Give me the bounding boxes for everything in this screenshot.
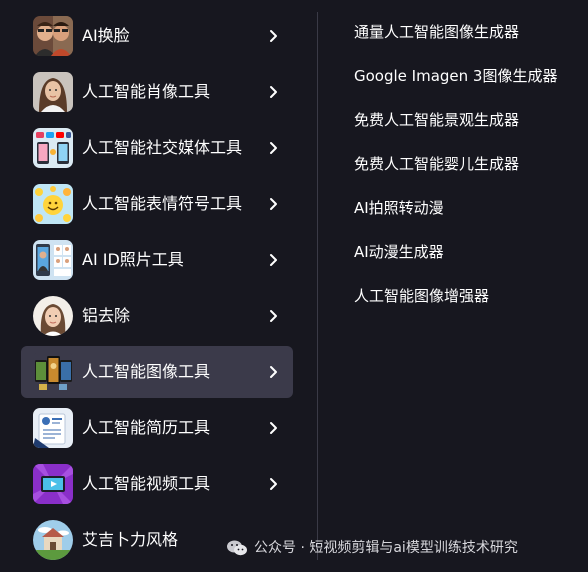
menu-divider bbox=[317, 12, 318, 560]
menu-item-label: AI ID照片工具 bbox=[82, 250, 184, 269]
menu-item-label: 铝去除 bbox=[82, 306, 131, 325]
portrait-thumb bbox=[33, 72, 73, 112]
menu-item-face-swap[interactable]: AI换脸 bbox=[21, 10, 293, 62]
chevron-right-icon bbox=[270, 86, 277, 98]
chevron-right-icon bbox=[270, 478, 277, 490]
menu-item-id-photo[interactable]: AI ID照片工具 bbox=[21, 234, 293, 286]
menu-item-social-media[interactable]: 人工智能社交媒体工具 bbox=[21, 122, 293, 174]
submenu-item[interactable]: 人工智能图像增强器 bbox=[354, 274, 586, 318]
menu-item-label: AI换脸 bbox=[82, 26, 130, 45]
chevron-right-icon bbox=[270, 254, 277, 266]
menu-item-emoji[interactable]: 人工智能表情符号工具 bbox=[21, 178, 293, 230]
menu-item-label: 人工智能表情符号工具 bbox=[82, 194, 243, 213]
submenu-item[interactable]: AI动漫生成器 bbox=[354, 230, 586, 274]
chevron-right-icon bbox=[270, 198, 277, 210]
submenu-item[interactable]: Google Imagen 3图像生成器 bbox=[354, 54, 586, 98]
id-photo-thumb bbox=[33, 240, 73, 280]
submenu-item[interactable]: AI拍照转动漫 bbox=[354, 186, 586, 230]
menu-item-remover[interactable]: 铝去除 bbox=[21, 290, 293, 342]
menu-item-label: 人工智能社交媒体工具 bbox=[82, 138, 243, 157]
menu-item-label: 人工智能视频工具 bbox=[82, 474, 211, 493]
chevron-right-icon bbox=[270, 142, 277, 154]
video-thumb bbox=[33, 464, 73, 504]
watermark-text: 公众号 · 短视频剪辑与ai模型训练技术研究 bbox=[254, 540, 518, 556]
image-tools-thumb bbox=[33, 352, 73, 392]
menu-item-label: 艾吉卜力风格 bbox=[82, 530, 179, 549]
social-media-thumb bbox=[33, 128, 73, 168]
chevron-right-icon bbox=[270, 366, 277, 378]
submenu-item[interactable]: 通量人工智能图像生成器 bbox=[354, 10, 586, 54]
face-swap-thumb bbox=[33, 16, 73, 56]
menu-item-video[interactable]: 人工智能视频工具 bbox=[21, 458, 293, 510]
category-menu: AI换脸 人工智能肖像工具 人工智能社交媒体工具 人工智能表情符号工具 AI I… bbox=[21, 10, 293, 570]
chevron-right-icon bbox=[270, 422, 277, 434]
emoji-thumb bbox=[33, 184, 73, 224]
submenu-item[interactable]: 免费人工智能婴儿生成器 bbox=[354, 142, 586, 186]
submenu-item[interactable]: 免费人工智能景观生成器 bbox=[354, 98, 586, 142]
menu-item-resume[interactable]: 人工智能简历工具 bbox=[21, 402, 293, 454]
menu-item-portrait[interactable]: 人工智能肖像工具 bbox=[21, 66, 293, 118]
menu-item-label: 人工智能肖像工具 bbox=[82, 82, 211, 101]
chevron-right-icon bbox=[270, 30, 277, 42]
resume-thumb bbox=[33, 408, 73, 448]
menu-item-label: 人工智能简历工具 bbox=[82, 418, 211, 437]
wechat-icon bbox=[227, 540, 247, 556]
menu-item-image-tools[interactable]: 人工智能图像工具 bbox=[21, 346, 293, 398]
remover-thumb bbox=[33, 296, 73, 336]
ghibli-thumb bbox=[33, 520, 73, 560]
menu-item-label: 人工智能图像工具 bbox=[82, 362, 211, 381]
watermark: 公众号 · 短视频剪辑与ai模型训练技术研究 bbox=[226, 533, 518, 563]
menu-panel: AI换脸 人工智能肖像工具 人工智能社交媒体工具 人工智能表情符号工具 AI I… bbox=[0, 0, 588, 572]
submenu: 通量人工智能图像生成器 Google Imagen 3图像生成器 免费人工智能景… bbox=[354, 10, 586, 318]
chevron-right-icon bbox=[270, 310, 277, 322]
